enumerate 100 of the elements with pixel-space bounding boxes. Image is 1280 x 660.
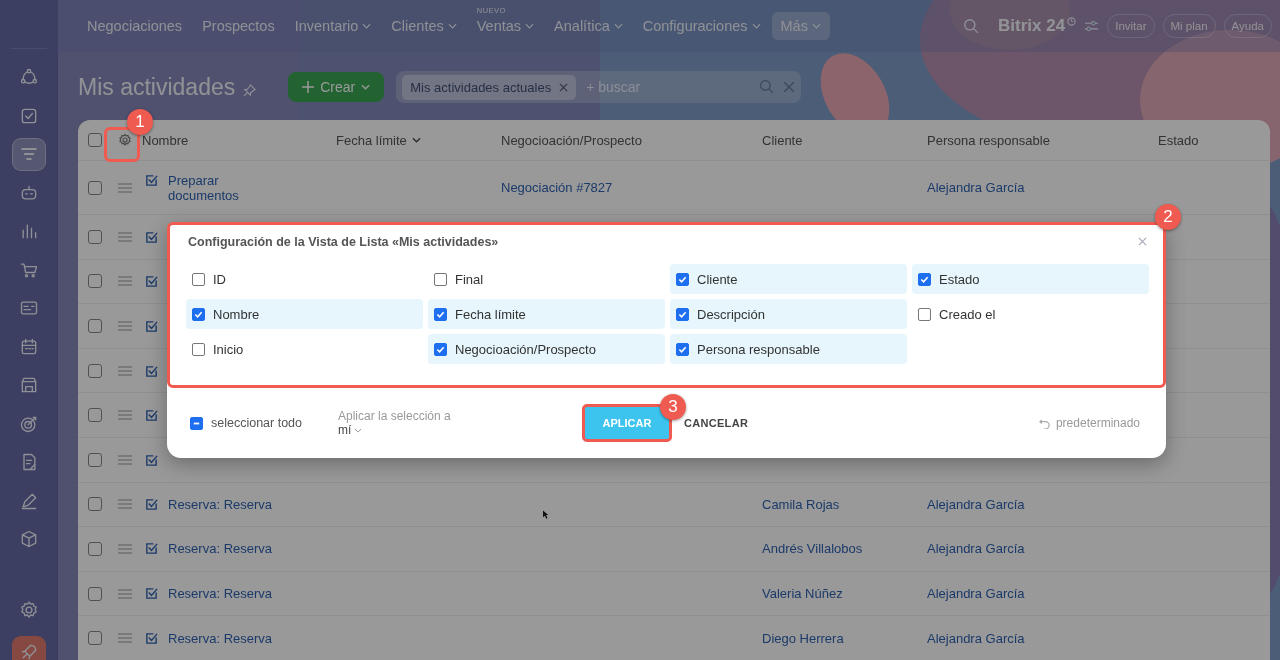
nav-item[interactable]: Configuraciones — [633, 12, 770, 40]
field-option[interactable]: Inicio — [186, 334, 423, 364]
nav-item[interactable]: Prospectos — [193, 12, 284, 40]
client-link[interactable]: Camila Rojas — [762, 496, 840, 512]
field-option[interactable]: Descripción — [670, 299, 907, 329]
person-link[interactable]: Alejandra García — [927, 630, 1025, 646]
drag-handle-icon[interactable] — [118, 543, 132, 554]
nav-item[interactable]: Inventario — [285, 12, 381, 40]
activity-link[interactable]: Reserva: Reserva — [168, 630, 273, 646]
task-icon — [145, 320, 158, 333]
drag-handle-icon[interactable] — [118, 321, 132, 331]
close-icon[interactable] — [1138, 237, 1147, 246]
field-option[interactable]: Fecha límite — [428, 299, 665, 329]
task-icon — [145, 587, 158, 601]
task-icon — [145, 453, 158, 467]
search-icon[interactable] — [963, 17, 981, 35]
field-option[interactable]: Creado el — [912, 299, 1149, 329]
caret-icon — [447, 23, 457, 29]
dialog-title: Configuración de la Vista de Lista «Mis actividades» — [188, 235, 499, 249]
field-option[interactable]: Estado — [912, 264, 1149, 294]
task-icon — [145, 497, 158, 511]
person-link[interactable]: Alejandra García — [927, 496, 1025, 512]
caret-icon — [361, 84, 371, 90]
drag-handle-icon[interactable] — [118, 365, 132, 376]
field-option[interactable]: ID — [186, 264, 423, 294]
drag-handle-icon[interactable] — [118, 633, 132, 644]
drag-handle-icon[interactable] — [118, 276, 132, 287]
activity-link[interactable]: Preparar documentos — [168, 172, 278, 203]
caret-icon — [613, 23, 623, 29]
person-link[interactable]: Alejandra García — [927, 180, 1025, 195]
drag-handle-icon[interactable] — [118, 499, 132, 510]
page-title: Mis actividades — [78, 73, 236, 101]
deal-link[interactable]: Negociación #7827 — [501, 180, 613, 195]
drag-handle-icon[interactable] — [118, 182, 132, 193]
apply-to-label: Aplicar la selección a — [338, 409, 452, 423]
pin-icon[interactable] — [243, 83, 257, 97]
row-checkbox[interactable] — [88, 363, 102, 378]
client-link[interactable]: Diego Herrera — [762, 630, 844, 646]
checkmark-icon — [678, 344, 687, 354]
drag-handle-icon[interactable] — [118, 588, 132, 599]
row-checkbox[interactable] — [88, 274, 102, 289]
checkmark-icon — [436, 309, 445, 319]
task-icon — [145, 364, 158, 378]
checkmark-icon — [678, 274, 687, 284]
reset-button[interactable]: predeterminado — [1038, 416, 1140, 430]
client-link[interactable]: Valeria Núñez — [762, 586, 843, 602]
column-header[interactable]: Estado — [1158, 132, 1270, 148]
nav-item[interactable]: Negociaciones — [78, 12, 192, 40]
rocket-icon[interactable] — [12, 636, 46, 660]
field-option[interactable]: Negocioación/Prospecto — [428, 334, 665, 364]
person-link[interactable]: Alejandra García — [927, 541, 1025, 557]
task-icon — [145, 542, 158, 556]
column-header[interactable]: Fecha límite — [336, 132, 501, 148]
row-checkbox[interactable] — [88, 631, 102, 646]
clock-icon — [1067, 16, 1077, 26]
select-all-checkbox[interactable] — [88, 133, 102, 147]
activity-link[interactable]: Reserva: Reserva — [168, 586, 273, 602]
caret-icon — [354, 427, 363, 433]
checkmark-icon — [920, 274, 929, 284]
caret-icon — [362, 23, 372, 29]
search-icon[interactable] — [759, 79, 776, 95]
row-checkbox[interactable] — [88, 319, 102, 333]
task-icon — [145, 409, 158, 423]
scope-dropdown[interactable]: mí — [338, 423, 582, 437]
drag-handle-icon[interactable] — [118, 454, 132, 465]
checkmark-icon — [194, 309, 203, 319]
activity-link[interactable]: Reserva: Reserva — [168, 496, 273, 512]
row-checkbox[interactable] — [88, 229, 102, 244]
row-checkbox[interactable] — [88, 180, 102, 195]
person-link[interactable]: Alejandra García — [927, 586, 1025, 602]
nav-item[interactable]: Clientes — [382, 12, 466, 40]
nav-item[interactable]: Analítica — [545, 12, 632, 40]
caret-icon — [811, 23, 821, 29]
create-button[interactable]: Crear — [288, 72, 385, 102]
row-checkbox[interactable] — [88, 452, 102, 467]
remove-icon[interactable] — [559, 82, 569, 92]
settings-icon[interactable] — [118, 133, 132, 147]
drag-handle-icon[interactable] — [118, 231, 132, 242]
field-option[interactable]: Nombre — [186, 299, 423, 329]
caret-icon — [525, 23, 535, 29]
field-option[interactable]: Persona responsable — [670, 334, 907, 364]
checkmark-icon — [436, 344, 445, 354]
row-checkbox[interactable] — [88, 497, 102, 512]
column-header[interactable]: Cliente — [762, 132, 927, 148]
activity-link[interactable]: Reserva: Reserva — [168, 541, 273, 557]
close-icon[interactable] — [783, 81, 796, 93]
select-all-checkbox[interactable]: seleccionar todo — [190, 416, 338, 430]
drag-handle-icon[interactable] — [118, 410, 132, 421]
field-option[interactable]: Final — [428, 264, 665, 294]
client-link[interactable]: Andrés Villalobos — [762, 541, 863, 557]
row-checkbox[interactable] — [88, 541, 102, 556]
column-header[interactable]: Negocioación/Prospecto — [501, 132, 762, 148]
column-header[interactable]: Nombre — [142, 132, 336, 148]
row-checkbox[interactable] — [88, 586, 102, 601]
checkmark-icon — [678, 309, 687, 319]
column-header[interactable]: Persona responsable — [927, 132, 1158, 148]
field-option[interactable]: Cliente — [670, 264, 907, 294]
plus-icon — [302, 81, 315, 93]
row-checkbox[interactable] — [88, 408, 102, 423]
sliders-icon[interactable] — [1084, 20, 1100, 32]
